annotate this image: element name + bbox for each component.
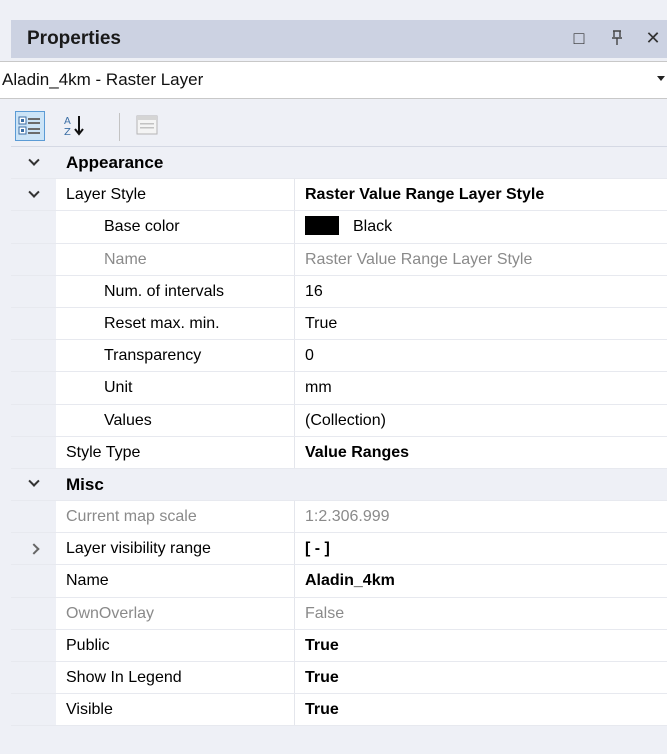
- property-value[interactable]: Raster Value Range Layer Style: [295, 179, 667, 210]
- property-pages-icon: [136, 115, 158, 135]
- alphabetical-icon: A Z: [64, 116, 84, 138]
- property-row-current-map-scale[interactable]: Current map scale 1:2.306.999: [11, 501, 667, 534]
- category-label: Misc: [66, 474, 104, 494]
- property-row-style-type[interactable]: Style Type Value Ranges: [11, 436, 667, 469]
- collapse-layer-style-button[interactable]: [11, 179, 56, 210]
- property-row-show-in-legend[interactable]: Show In Legend True: [11, 662, 667, 695]
- category-appearance[interactable]: Appearance: [11, 147, 667, 180]
- panel-title: Properties: [27, 28, 121, 49]
- chevron-down-icon: [27, 154, 40, 166]
- property-value[interactable]: True: [295, 662, 667, 693]
- property-value: 1:2.306.999: [305, 508, 390, 526]
- property-value[interactable]: [ - ]: [295, 533, 667, 564]
- property-row-base-color[interactable]: Base color Black: [11, 211, 667, 244]
- property-value[interactable]: True: [295, 694, 667, 725]
- chevron-down-icon: [27, 186, 40, 198]
- property-row-reset-max-min[interactable]: Reset max. min. True: [11, 307, 667, 341]
- property-name: Visible: [56, 694, 295, 726]
- property-row-transparency[interactable]: Transparency 0: [11, 340, 667, 373]
- selected-object-label: Aladin_4km - Raster Layer: [2, 70, 204, 89]
- property-name: Style Type: [56, 436, 295, 468]
- svg-text:Z: Z: [64, 127, 71, 138]
- expand-visibility-range-button[interactable]: [11, 533, 56, 564]
- panel-left-edge: [0, 0, 11, 754]
- svg-text:A: A: [64, 116, 71, 127]
- property-row-unit[interactable]: Unit mm: [11, 372, 667, 405]
- property-row-visible[interactable]: Visible True: [11, 694, 667, 727]
- property-value[interactable]: True: [295, 308, 667, 339]
- property-value[interactable]: Value Ranges: [295, 437, 667, 468]
- property-value: False: [305, 604, 345, 622]
- collapse-appearance-button[interactable]: [11, 147, 56, 178]
- property-row-name[interactable]: Name Aladin_4km: [11, 565, 667, 598]
- property-value[interactable]: True: [295, 630, 667, 661]
- property-row-num-intervals[interactable]: Num. of intervals 16: [11, 275, 667, 308]
- maximize-button[interactable]: □: [567, 26, 591, 50]
- property-value[interactable]: Aladin_4km: [295, 565, 667, 596]
- property-name: Reset max. min.: [56, 307, 295, 340]
- property-name: Layer visibility range: [56, 533, 295, 565]
- properties-toolbar: A Z: [11, 107, 667, 147]
- property-row-layer-style[interactable]: Layer Style Raster Value Range Layer Sty…: [11, 179, 667, 212]
- pin-button[interactable]: [605, 26, 629, 50]
- color-name: Black: [353, 218, 393, 236]
- category-label: Appearance: [66, 153, 164, 172]
- property-row-style-name[interactable]: Name Raster Value Range Layer Style: [11, 243, 667, 276]
- property-name: Values: [56, 404, 295, 436]
- collapse-misc-button[interactable]: [11, 469, 56, 500]
- property-pages-button[interactable]: [133, 111, 163, 141]
- property-row-values[interactable]: Values (Collection): [11, 404, 667, 437]
- property-name: OwnOverlay: [56, 597, 295, 629]
- property-value[interactable]: 0: [295, 340, 667, 371]
- property-name: Layer Style: [56, 179, 295, 211]
- property-name: Num. of intervals: [56, 275, 295, 307]
- property-value[interactable]: (Collection): [295, 405, 667, 436]
- chevron-down-icon: [657, 76, 665, 81]
- property-row-layer-visibility-range[interactable]: Layer visibility range [ - ]: [11, 533, 667, 566]
- panel-title-bar[interactable]: Properties □ ✕: [11, 20, 667, 58]
- categorized-button[interactable]: [15, 111, 45, 141]
- categorized-icon: [18, 116, 40, 135]
- color-swatch: [305, 216, 339, 236]
- property-name: Name: [56, 243, 295, 275]
- property-grid: Appearance Layer Style Raster Value Rang…: [11, 146, 667, 727]
- property-name: Base color: [56, 211, 295, 243]
- chevron-right-icon: [27, 543, 40, 555]
- property-name: Transparency: [56, 340, 295, 372]
- property-row-public[interactable]: Public True: [11, 629, 667, 662]
- close-button[interactable]: ✕: [641, 26, 665, 50]
- property-name: Current map scale: [56, 501, 295, 533]
- maximize-icon: □: [573, 27, 585, 48]
- property-row-own-overlay[interactable]: OwnOverlay False: [11, 597, 667, 630]
- category-misc[interactable]: Misc: [11, 468, 667, 502]
- property-value[interactable]: 16: [295, 276, 667, 307]
- alphabetical-button[interactable]: A Z: [61, 111, 91, 141]
- property-name: Name: [56, 565, 295, 597]
- toolbar-separator: [119, 113, 120, 141]
- property-name: Public: [56, 629, 295, 661]
- object-selector-dropdown[interactable]: Aladin_4km - Raster Layer: [0, 61, 667, 99]
- property-value: Raster Value Range Layer Style: [305, 250, 533, 268]
- property-value[interactable]: mm: [295, 372, 667, 403]
- pin-icon: [612, 30, 622, 45]
- property-name: Unit: [56, 372, 295, 404]
- property-name: Show In Legend: [56, 662, 295, 694]
- property-value-color[interactable]: Black: [295, 211, 667, 242]
- properties-panel: Properties □ ✕ Aladin_4km - Raster Layer: [0, 0, 667, 754]
- close-icon: ✕: [645, 27, 661, 48]
- chevron-down-icon: [27, 475, 40, 488]
